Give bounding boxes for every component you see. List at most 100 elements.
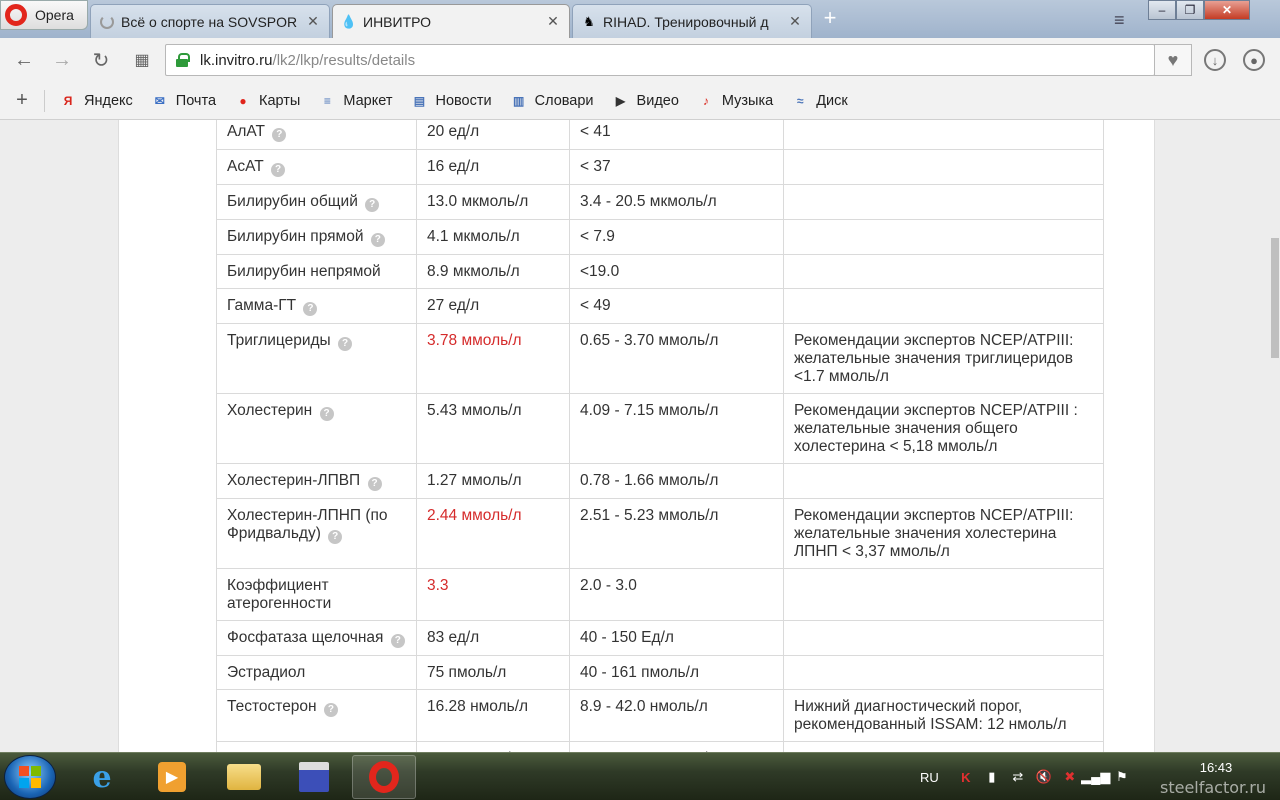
bookmark-label: Карты: [259, 92, 301, 109]
bookmark-item[interactable]: ▶ Видео: [612, 92, 679, 110]
internet-explorer-icon[interactable]: e: [70, 755, 134, 799]
bookmark-label: Маркет: [343, 92, 393, 109]
language-indicator[interactable]: RU: [920, 770, 939, 785]
test-name-cell: Коэффициент атерогенности: [216, 568, 417, 621]
reference-range: 16.2 - 68.5 нмоль/л: [569, 741, 784, 752]
tab-rihad[interactable]: ♞ RIHAD. Тренировочный д ✕: [572, 4, 812, 38]
music-icon: ♪: [702, 93, 709, 108]
help-question-icon[interactable]: ?: [370, 233, 385, 247]
back-arrow-icon[interactable]: ←: [12, 48, 36, 72]
help-question-icon[interactable]: ?: [323, 703, 338, 717]
volume-muted-icon[interactable]: 🔇: [1035, 768, 1053, 786]
reference-range: 40 - 161 пмоль/л: [569, 655, 784, 690]
bookmark-item[interactable]: ♪ Музыка: [697, 92, 773, 110]
reference-range: <19.0: [569, 254, 784, 289]
action-center-icon[interactable]: ⚑: [1113, 768, 1131, 786]
help-question-icon[interactable]: ?: [390, 634, 405, 648]
bookmark-item[interactable]: ▤ Новости: [410, 92, 492, 110]
bookmark-item[interactable]: ≈ Диск: [791, 92, 848, 110]
table-row: Билирубин непрямой 8.9 мкмоль/л <19.0: [216, 254, 1104, 289]
help-question-icon[interactable]: ?: [272, 128, 287, 142]
test-name: Холестерин-ЛПНП (по Фридвальду): [227, 507, 388, 542]
network-icon[interactable]: ⇄: [1009, 768, 1027, 786]
bookmark-item[interactable]: ✉ Почта: [151, 92, 216, 110]
maximize-icon[interactable]: ❐: [1176, 0, 1204, 20]
page-viewport: АлАТ ? 20 ед/л < 41 АсАТ ? 16 ед/л < 37 Билиру…: [0, 120, 1280, 752]
comment-cell: [783, 463, 1104, 499]
speed-dial-grid-icon[interactable]: ▦: [130, 48, 154, 72]
bookmark-item[interactable]: Я Яндекс: [59, 92, 133, 110]
help-question-icon[interactable]: ?: [365, 198, 380, 212]
close-icon[interactable]: ✕: [305, 13, 321, 30]
test-name: АлАТ: [227, 123, 265, 140]
result-value: 27 ед/л: [416, 288, 570, 324]
help-question-icon[interactable]: ?: [271, 163, 285, 177]
reference-range: 4.09 - 7.15 ммоль/л: [569, 393, 784, 464]
help-question-icon[interactable]: ?: [338, 337, 352, 351]
test-name-cell: АлАТ ?: [216, 120, 417, 150]
tab-menu-icon[interactable]: ≡: [1114, 10, 1125, 31]
table-row: Триглицериды ? 3.78 ммоль/л 0.65 - 3.70 мм…: [216, 323, 1104, 394]
flag-alert-icon[interactable]: ✖: [1061, 768, 1079, 786]
kaspersky-icon[interactable]: K: [957, 768, 975, 786]
window-controls: ‒ ❐ ✕: [1148, 0, 1250, 22]
opera-menu-button[interactable]: Opera: [0, 0, 88, 30]
forward-arrow-icon[interactable]: →: [50, 48, 74, 72]
test-name: Гамма-ГТ: [227, 297, 297, 314]
help-question-icon[interactable]: ?: [319, 407, 334, 421]
explorer-folder-icon[interactable]: [212, 755, 276, 799]
windows-logo-icon: [19, 766, 41, 788]
save-disk-icon[interactable]: [282, 755, 346, 799]
media-player-icon[interactable]: ▶: [140, 755, 204, 799]
result-value: 19.6 нмоль/л: [416, 741, 570, 752]
add-bookmark-button[interactable]: +: [0, 89, 44, 112]
comment-cell: Нижний диагностический порог, рекомендов…: [783, 689, 1104, 742]
bookmark-heart-icon[interactable]: ♥: [1154, 44, 1192, 76]
url-host: lk.invitro.ru: [200, 51, 273, 69]
account-icon[interactable]: ●: [1243, 49, 1265, 71]
windows-taskbar: e ▶ RU K ▮ ⇄ 🔇 ✖ ▂▄▆ ⚑ 16:43: [0, 752, 1280, 800]
result-value: 5.43 ммоль/л: [416, 393, 570, 464]
bookmark-label: Словари: [534, 92, 594, 109]
system-tray: RU K ▮ ⇄ 🔇 ✖ ▂▄▆ ⚑: [920, 753, 1135, 800]
start-button[interactable]: [4, 755, 56, 799]
opera-taskbar-icon[interactable]: [352, 755, 416, 799]
rihad-site-icon: ♞: [583, 13, 595, 29]
clock[interactable]: 16:43: [1186, 760, 1246, 775]
tab-sovsport[interactable]: Всё о спорте на SOVSPOR ✕: [90, 4, 330, 38]
reference-range: 0.78 - 1.66 ммоль/л: [569, 463, 784, 499]
reload-icon[interactable]: ↻: [89, 48, 113, 72]
bookmark-item[interactable]: ● Карты: [234, 92, 300, 110]
signal-icon[interactable]: ▂▄▆: [1081, 768, 1110, 786]
tab-invitro[interactable]: 💧 ИНВИТРО ✕: [332, 4, 570, 38]
battery-icon[interactable]: ▮: [983, 768, 1001, 786]
bookmark-item[interactable]: ≡ Маркет: [318, 92, 393, 110]
minimize-icon[interactable]: ‒: [1148, 0, 1176, 20]
tab-bar: Opera Всё о спорте на SOVSPOR ✕ 💧 ИНВИТР…: [0, 0, 1280, 38]
test-name-cell: ГСПГ ?: [216, 741, 417, 752]
reference-range: 0.65 - 3.70 ммоль/л: [569, 323, 784, 394]
test-name: Фосфатаза щелочная: [227, 629, 384, 646]
news-icon: ▤: [413, 93, 426, 108]
table-row: АлАТ ? 20 ед/л < 41: [216, 120, 1104, 150]
reference-range: 2.0 - 3.0: [569, 568, 784, 621]
window-close-icon[interactable]: ✕: [1204, 0, 1250, 20]
help-question-icon[interactable]: ?: [328, 530, 343, 544]
close-icon[interactable]: ✕: [787, 13, 803, 30]
map-pin-icon: ●: [239, 93, 247, 108]
table-row: Холестерин-ЛПВП ? 1.27 ммоль/л 0.78 - 1.66…: [216, 463, 1104, 499]
help-question-icon[interactable]: ?: [303, 302, 318, 316]
reference-range: < 49: [569, 288, 784, 324]
bookmark-item[interactable]: ▥ Словари: [510, 92, 594, 110]
close-icon[interactable]: ✕: [545, 13, 561, 30]
address-bar[interactable]: lk.invitro.ru/lk2/lkp/results/details: [165, 44, 1155, 76]
download-icon[interactable]: ↓: [1204, 49, 1226, 71]
help-question-icon[interactable]: ?: [367, 477, 382, 491]
yandex-icon: Я: [63, 93, 73, 108]
scrollbar-thumb[interactable]: [1271, 238, 1279, 358]
new-tab-button[interactable]: +: [820, 7, 840, 29]
bookmark-label: Яндекс: [84, 92, 133, 109]
result-value: 4.1 мкмоль/л: [416, 219, 570, 255]
vertical-scrollbar[interactable]: [1270, 120, 1280, 752]
comment-cell: Рекомендации экспертов NCEP/ATPIII: жела…: [783, 498, 1104, 569]
